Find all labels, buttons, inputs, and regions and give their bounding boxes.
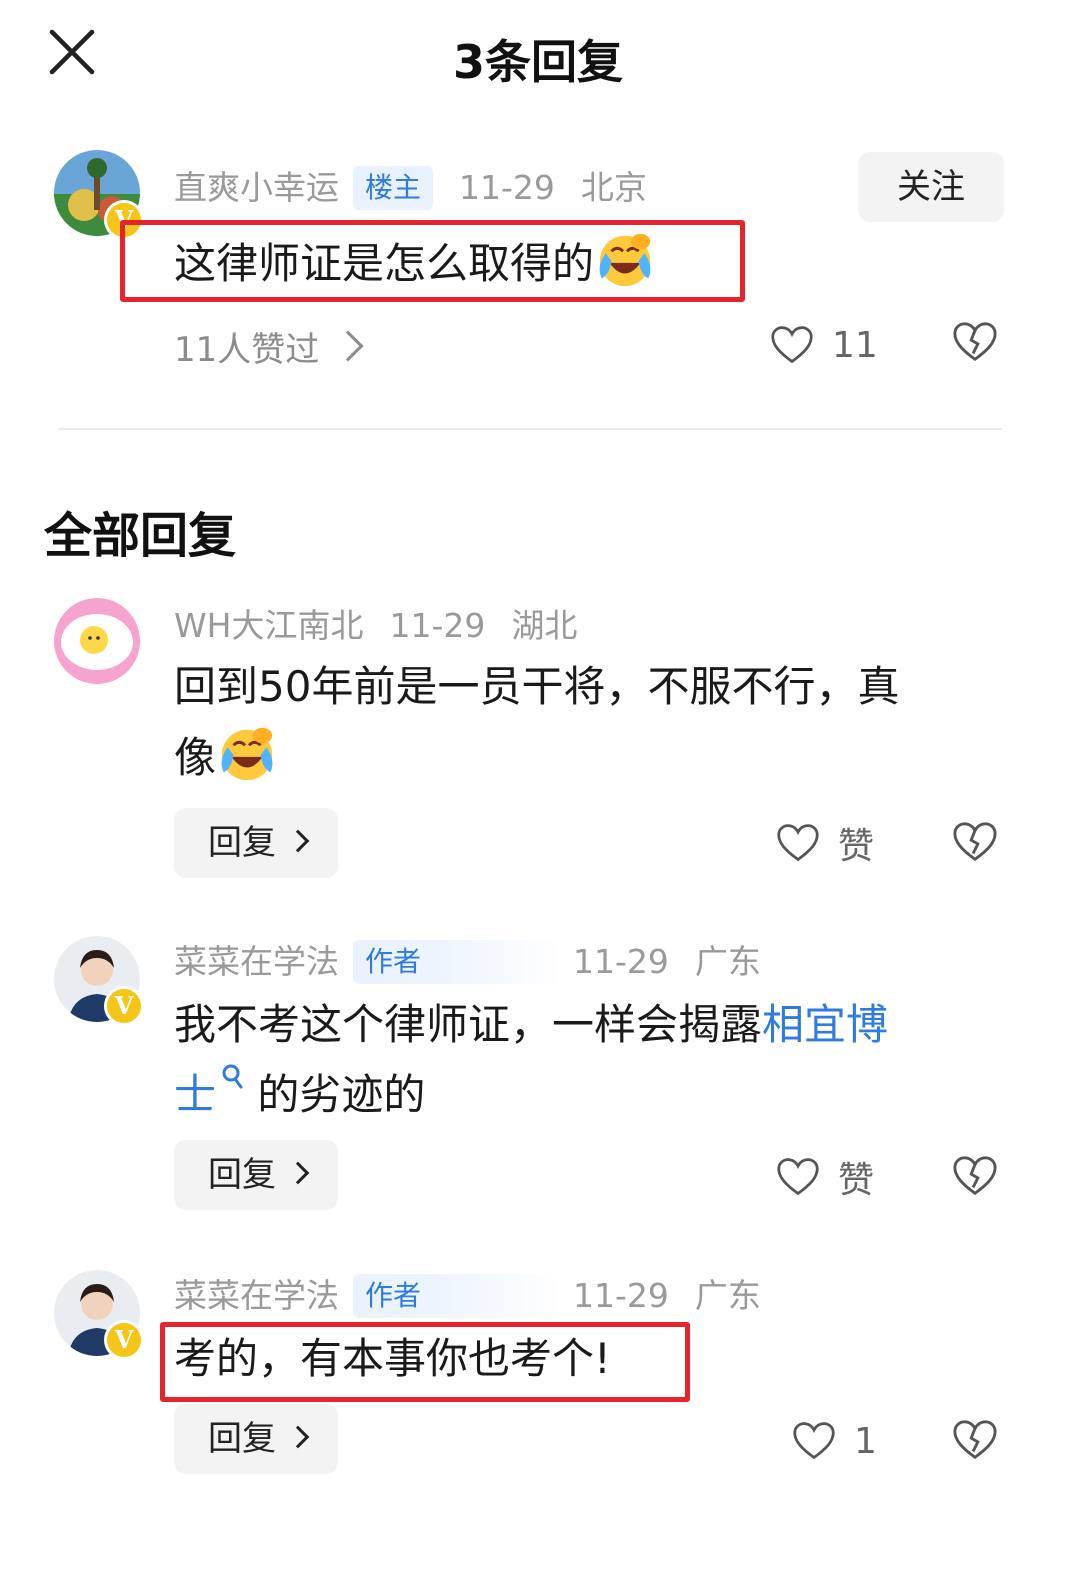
avatar[interactable]: V (54, 936, 144, 1026)
broken-heart-icon[interactable] (952, 820, 998, 864)
like-button[interactable]: 赞 (776, 1152, 874, 1202)
search-icon (222, 1064, 243, 1089)
chevron-right-icon (286, 1425, 310, 1449)
reply-button[interactable]: 回复 (174, 1404, 338, 1474)
username[interactable]: 菜菜在学法 (174, 1274, 339, 1318)
comment-meta: WH大江南北 11-29 湖北 (174, 602, 577, 646)
avatar[interactable] (54, 598, 140, 684)
like-button[interactable]: 1 (792, 1416, 877, 1466)
comment-text: 我不考这个律师证，一样会揭露相宜博士 的劣迹的 (174, 1000, 889, 1119)
heart-icon (777, 1158, 819, 1196)
highlight-box (160, 1322, 690, 1402)
chevron-right-icon (286, 829, 310, 853)
header: 3条回复 (0, 0, 1076, 110)
avatar[interactable]: V (54, 1270, 144, 1360)
author-tag: 作者 (353, 1273, 562, 1318)
reply-button[interactable]: 回复 (174, 808, 338, 878)
chevron-right-icon (286, 1161, 310, 1185)
chevron-right-icon (332, 330, 364, 362)
comment-location: 广东 (694, 1275, 761, 1315)
search-link[interactable]: 士 (174, 1070, 216, 1119)
broken-heart-icon[interactable] (952, 1418, 998, 1462)
comment-text: 回到50年前是一员干将，不服不行，真 像 (174, 662, 900, 782)
comment-location: 广东 (694, 941, 761, 981)
verified-badge-icon: V (104, 986, 144, 1026)
comment-date: 11-29 (459, 167, 555, 207)
like-button[interactable]: 11 (770, 320, 878, 370)
comment-date: 11-29 (573, 941, 669, 981)
like-label: 赞 (838, 826, 875, 867)
comment-date: 11-29 (573, 1275, 669, 1315)
heart-icon (793, 1422, 835, 1460)
like-button[interactable]: 赞 (776, 818, 874, 868)
username[interactable]: WH大江南北 (174, 604, 363, 648)
heart-icon (771, 326, 813, 364)
broken-heart-icon[interactable] (952, 1154, 998, 1198)
verified-badge-icon: V (104, 1320, 144, 1360)
section-title: 全部回复 (44, 508, 237, 564)
broken-heart-icon[interactable] (952, 320, 998, 364)
comment-location: 湖北 (511, 605, 578, 645)
follow-button[interactable]: 关注 (858, 152, 1004, 222)
reply-button[interactable]: 回复 (174, 1140, 338, 1210)
search-link[interactable]: 相宜博 (762, 1000, 888, 1049)
heart-icon (777, 824, 819, 862)
comment-meta: 直爽小幸运 楼主 11-29 北京 (174, 164, 647, 210)
like-count: 1 (854, 1420, 877, 1462)
comment-date: 11-29 (389, 605, 486, 645)
like-count: 11 (832, 324, 878, 366)
like-label: 赞 (838, 1160, 875, 1201)
likes-summary[interactable]: 11人赞过 (174, 322, 364, 371)
comment-meta: 菜菜在学法 作者 11-29 广东 (174, 1272, 761, 1318)
divider (58, 428, 1002, 430)
highlight-box (120, 220, 745, 302)
author-tag: 作者 (353, 939, 562, 984)
comment-location: 北京 (580, 167, 647, 207)
avatar-image (54, 598, 140, 684)
comment-meta: 菜菜在学法 作者 11-29 广东 (174, 938, 761, 984)
laughing-crying-emoji-icon (221, 727, 273, 781)
username[interactable]: 直爽小幸运 (174, 166, 339, 210)
username[interactable]: 菜菜在学法 (174, 940, 339, 984)
op-tag: 楼主 (353, 165, 434, 210)
page-title: 3条回复 (452, 35, 623, 89)
